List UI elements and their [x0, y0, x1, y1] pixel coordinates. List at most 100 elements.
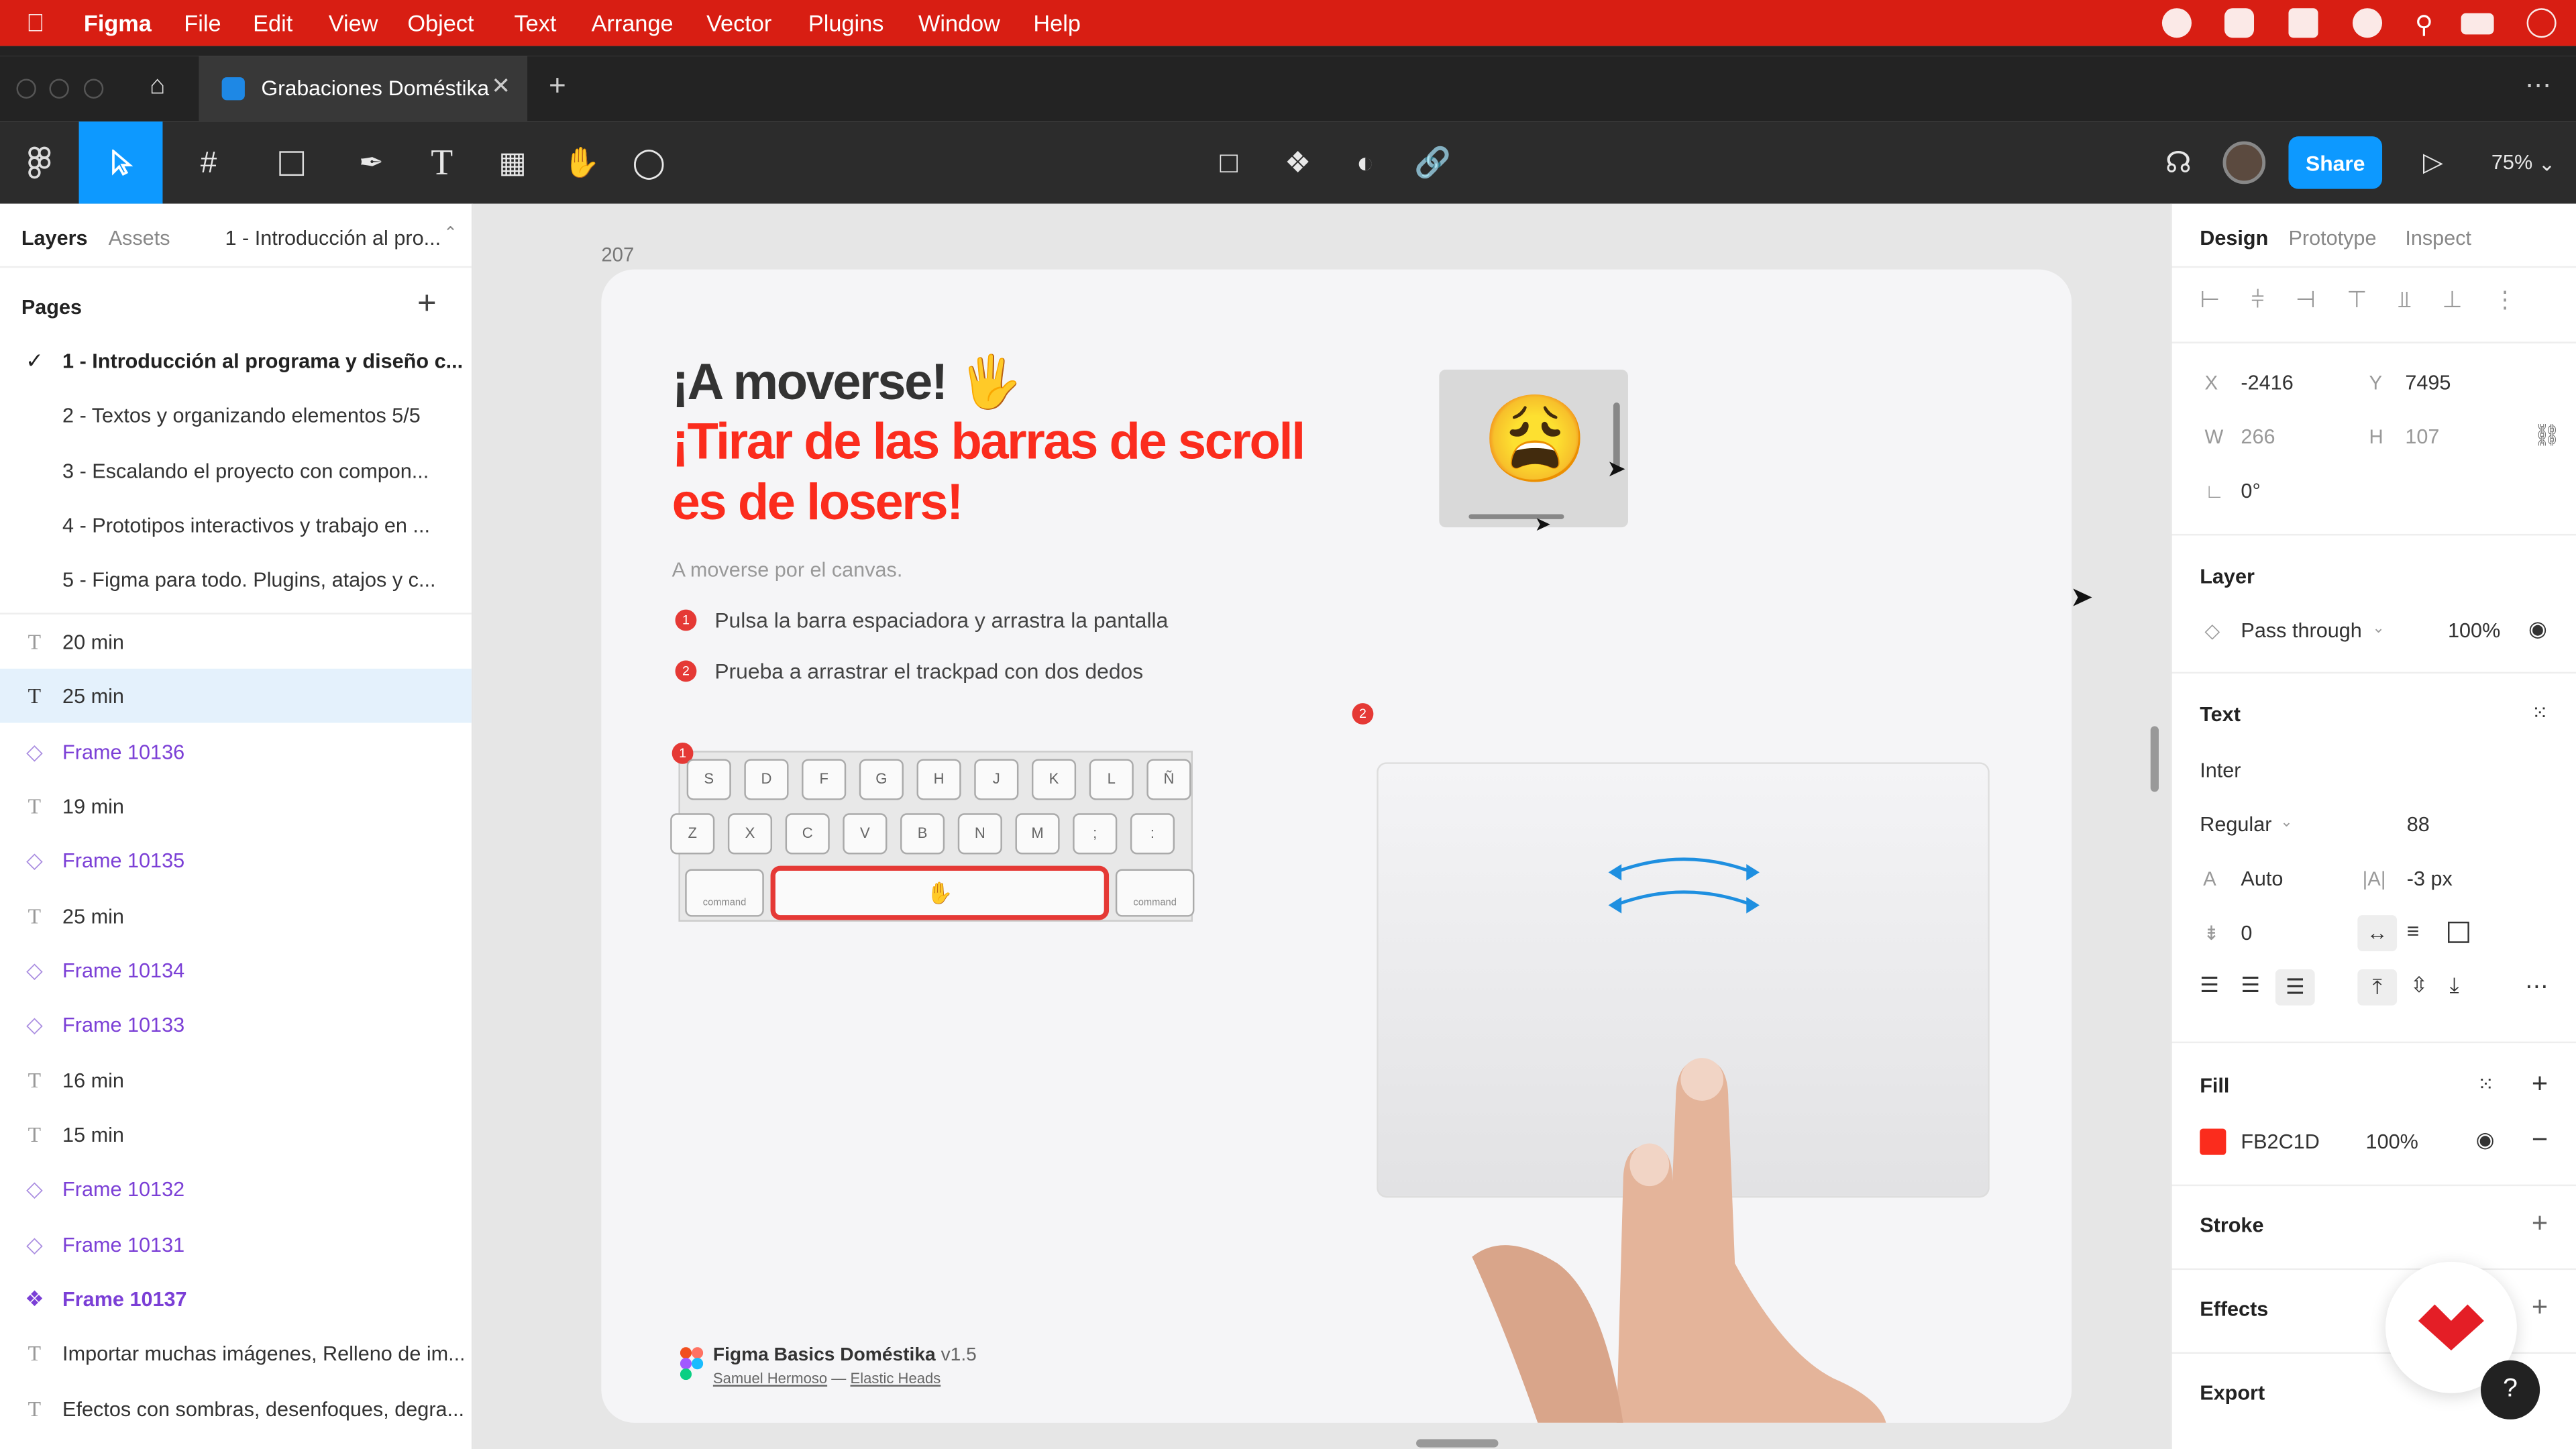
- minimize-window-button[interactable]: [49, 78, 69, 99]
- comment-tool-icon[interactable]: ◯: [626, 121, 672, 203]
- slide-subtitle[interactable]: A moverse por el canvas.: [672, 559, 903, 582]
- menu-app-name[interactable]: Figma: [84, 10, 152, 36]
- clock-icon[interactable]: [2526, 8, 2557, 38]
- close-tab-icon[interactable]: ✕: [491, 72, 511, 101]
- add-fill-icon[interactable]: +: [2532, 1068, 2548, 1101]
- text-tool-icon[interactable]: T: [419, 121, 465, 203]
- menu-arrange[interactable]: Arrange: [592, 10, 674, 36]
- font-size-input[interactable]: 88: [2407, 813, 2430, 836]
- chevron-down-icon[interactable]: ⌄: [2280, 813, 2292, 831]
- step-2[interactable]: 2 Prueba a arrastrar el trackpad con dos…: [675, 659, 1143, 684]
- layer-row[interactable]: T 20 min: [0, 614, 472, 669]
- distribute-icon[interactable]: ⋮: [2493, 286, 2516, 314]
- page-item[interactable]: 5 - Figma para todo. Plugins, atajos y c…: [0, 552, 472, 606]
- home-icon[interactable]: ⌂: [150, 72, 166, 102]
- canvas-vertical-scrollbar[interactable]: [2150, 726, 2159, 792]
- fill-opacity-input[interactable]: 100%: [2366, 1130, 2418, 1153]
- status-app-icon[interactable]: [2288, 8, 2318, 38]
- chevron-down-icon[interactable]: ⌄: [2372, 619, 2384, 637]
- fill-hex-input[interactable]: FB2C1D: [2241, 1130, 2319, 1153]
- component-icon[interactable]: ❖: [1277, 121, 1320, 203]
- pen-tool-icon[interactable]: ✒: [338, 121, 404, 203]
- height-input[interactable]: 107: [2405, 425, 2439, 448]
- layer-row[interactable]: ❖ Frame 10137: [0, 1272, 472, 1326]
- apple-icon[interactable]: : [26, 10, 45, 38]
- y-input[interactable]: 7495: [2405, 371, 2451, 394]
- blend-mode-select[interactable]: Pass through: [2241, 619, 2361, 642]
- menu-view[interactable]: View: [329, 10, 378, 36]
- menu-file[interactable]: File: [184, 10, 221, 36]
- layer-opacity-input[interactable]: 100%: [2448, 619, 2500, 642]
- add-effect-icon[interactable]: +: [2532, 1291, 2548, 1324]
- slide-title[interactable]: ¡A moverse! 🖐: [672, 352, 1022, 413]
- step-1[interactable]: 1 Pulsa la barra espaciadora y arrastra …: [675, 608, 1168, 633]
- link-icon[interactable]: 🔗: [1411, 121, 1454, 203]
- layer-row[interactable]: T Importar muchas imágenes, Relleno de im…: [0, 1326, 472, 1380]
- menu-window[interactable]: Window: [918, 10, 1000, 36]
- align-top-icon[interactable]: ⊤: [2347, 286, 2367, 314]
- present-icon[interactable]: ▷: [2412, 121, 2455, 203]
- tab-assets[interactable]: Assets: [109, 227, 170, 250]
- rotation-input[interactable]: 0°: [2241, 480, 2260, 502]
- share-button[interactable]: Share: [2288, 136, 2383, 189]
- constrain-proportions-icon[interactable]: ⛓: [2533, 422, 2560, 448]
- more-icon[interactable]: ⋯: [2525, 69, 2551, 102]
- auto-width-icon[interactable]: ↔: [2357, 915, 2398, 951]
- mask-icon[interactable]: ◐: [1344, 121, 1387, 203]
- status-app-icon[interactable]: [2224, 8, 2255, 38]
- layer-row[interactable]: T Efectos con sombras, desenfoques, degra…: [0, 1382, 472, 1436]
- page-item[interactable]: 3 - Escalando el proyecto con compon...: [0, 443, 472, 498]
- canvas[interactable]: 207 ¡A moverse! 🖐 ¡Tirar de las barras d…: [473, 203, 2171, 1449]
- avatar[interactable]: [2222, 141, 2266, 184]
- layer-row[interactable]: ◇ Frame 10134: [0, 943, 472, 998]
- fill-color-swatch[interactable]: [2200, 1128, 2226, 1155]
- menu-plugins[interactable]: Plugins: [808, 10, 883, 36]
- add-stroke-icon[interactable]: +: [2532, 1208, 2548, 1240]
- letter-spacing-input[interactable]: -3 px: [2407, 867, 2453, 890]
- remove-fill-icon[interactable]: −: [2532, 1124, 2548, 1157]
- search-icon[interactable]: ⚲: [2415, 10, 2433, 40]
- layer-row[interactable]: ◇ Frame 10136: [0, 724, 472, 779]
- frame-tool-icon[interactable]: #: [177, 121, 239, 203]
- menu-object[interactable]: Object: [407, 10, 474, 36]
- layer-row[interactable]: T 15 min: [0, 1108, 472, 1162]
- layer-row[interactable]: T 16 min: [0, 1053, 472, 1108]
- zoom-window-button[interactable]: [83, 78, 104, 99]
- text-styles-icon[interactable]: ⁙: [2532, 702, 2548, 724]
- tab-layers[interactable]: Layers: [21, 227, 88, 250]
- layer-row[interactable]: T 25 min: [0, 668, 472, 723]
- tab-design[interactable]: Design: [2200, 227, 2268, 250]
- crop-icon[interactable]: □: [1208, 121, 1250, 203]
- menu-vector[interactable]: Vector: [706, 10, 771, 36]
- more-text-options-icon[interactable]: ⋯: [2525, 973, 2548, 1001]
- font-weight-select[interactable]: Regular: [2200, 813, 2271, 836]
- align-center-h-icon[interactable]: ⫩: [2251, 286, 2265, 314]
- control-center-icon[interactable]: [2461, 13, 2494, 35]
- fixed-size-icon[interactable]: [2448, 921, 2469, 943]
- canvas-horizontal-scrollbar[interactable]: [1416, 1439, 1499, 1448]
- page-item[interactable]: 4 - Prototipos interactivos y trabajo en…: [0, 498, 472, 552]
- page-item[interactable]: 2 - Textos y organizando elementos 5/5: [0, 388, 472, 442]
- align-middle-icon[interactable]: ⇳: [2410, 973, 2428, 999]
- layer-row[interactable]: ◇ Frame 10131: [0, 1218, 472, 1272]
- line-height-input[interactable]: Auto: [2241, 867, 2283, 890]
- x-input[interactable]: -2416: [2241, 371, 2293, 394]
- width-input[interactable]: 266: [2241, 425, 2275, 448]
- layer-row[interactable]: T 25 min: [0, 889, 472, 943]
- menu-text[interactable]: Text: [515, 10, 557, 36]
- auto-height-icon[interactable]: ≡: [2407, 918, 2420, 943]
- page-item[interactable]: ✓ 1 - Introducción al programa y diseño c…: [0, 333, 472, 388]
- move-tool-icon[interactable]: [78, 121, 163, 204]
- tab-inspect[interactable]: Inspect: [2405, 227, 2471, 250]
- align-bottom-icon[interactable]: ⊥: [2443, 286, 2463, 314]
- tab-prototype[interactable]: Prototype: [2288, 227, 2376, 250]
- align-text-left-icon[interactable]: ☰: [2200, 973, 2219, 999]
- layer-row[interactable]: ◇ Frame 10132: [0, 1161, 472, 1216]
- align-left-icon[interactable]: ⊢: [2200, 286, 2220, 314]
- status-app-icon[interactable]: [2352, 8, 2383, 38]
- close-window-button[interactable]: [16, 78, 36, 99]
- new-tab-icon[interactable]: +: [549, 69, 566, 103]
- menu-edit[interactable]: Edit: [253, 10, 292, 36]
- main-menu-icon[interactable]: [10, 121, 69, 203]
- align-right-icon[interactable]: ⊣: [2296, 286, 2316, 314]
